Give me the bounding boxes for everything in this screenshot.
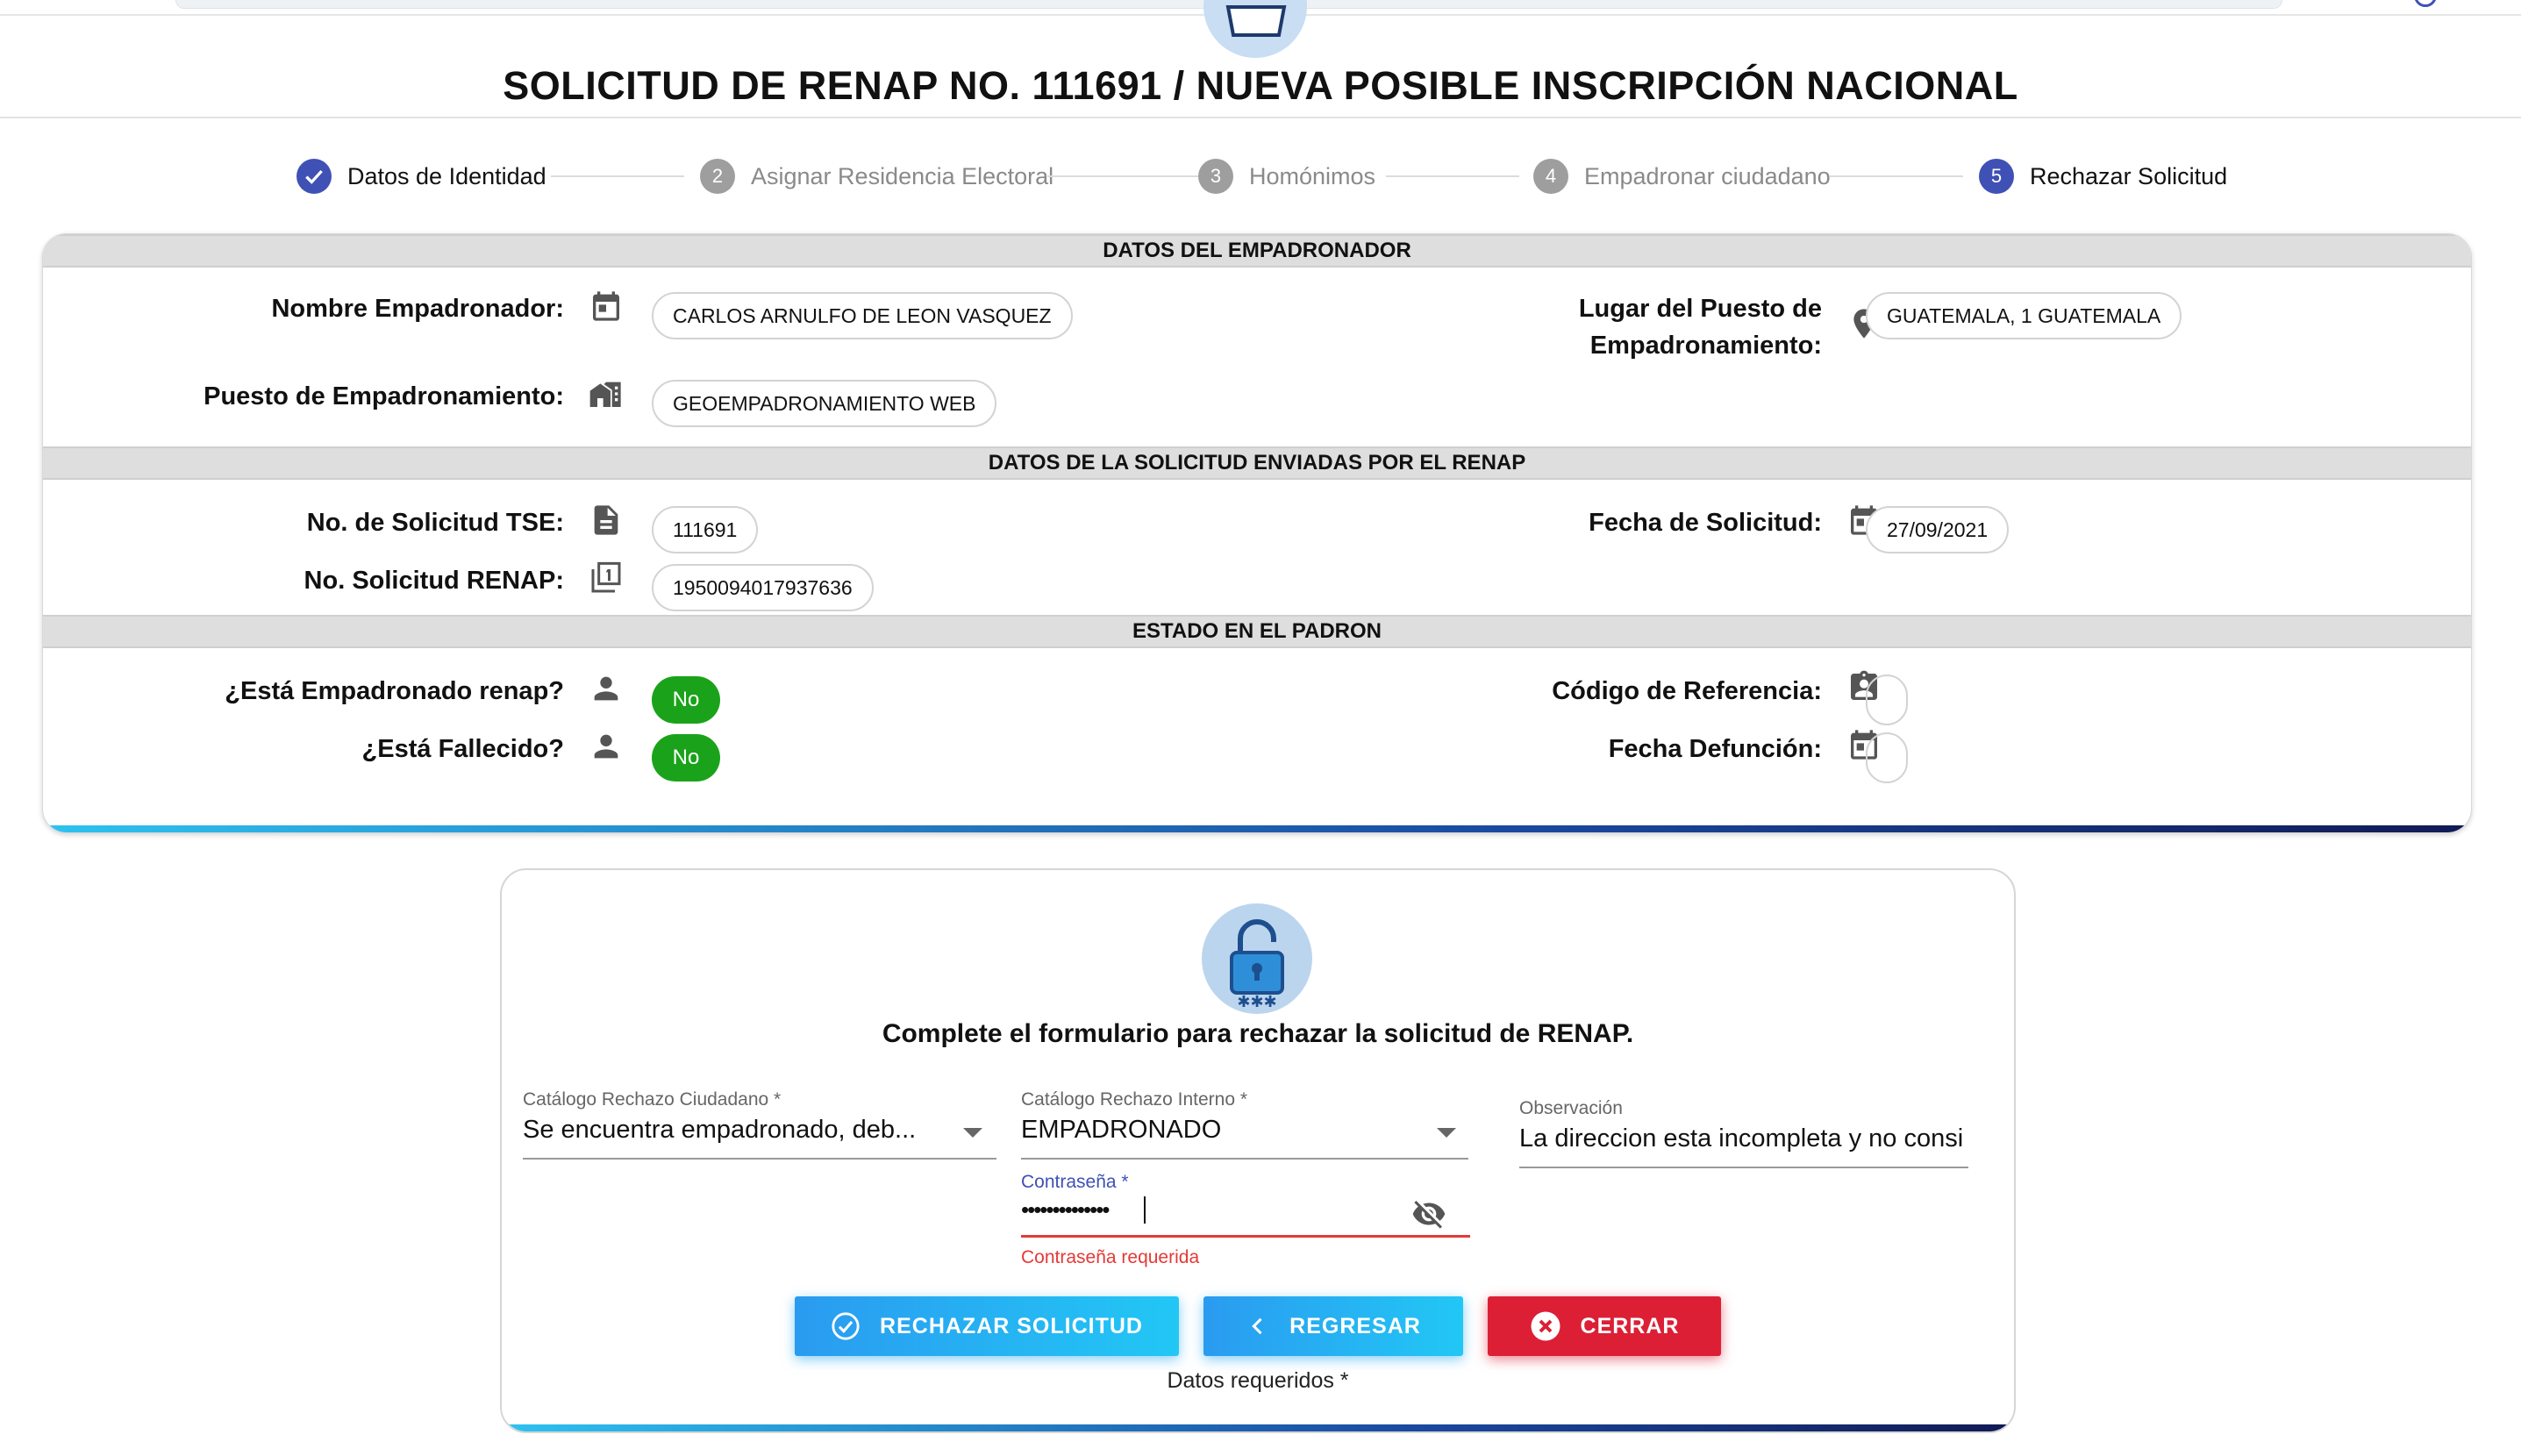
solicitud-tse-value: 111691 [652,506,759,553]
rechazo-interno-select[interactable]: Catálogo Rechazo Interno * EMPADRONADO [1021,1089,1468,1160]
cerrar-button[interactable]: CERRAR [1488,1296,1721,1356]
codigo-referencia-label: Código de Referencia: [1552,677,1822,705]
password-label: Contraseña * [1021,1172,1129,1192]
step-label: Homónimos [1249,162,1376,189]
codigo-referencia-value [1866,674,1908,725]
field-underline [1519,1167,1968,1168]
section-header-padron: ESTADO EN EL PADRON [43,615,2471,648]
lugar-puesto-label-line2: Empadronamiento: [1589,332,1822,360]
page-title: SOLICITUD DE RENAP NO. 111691 / NUEVA PO… [503,63,2018,108]
user-menu-icon[interactable] [2414,0,2437,7]
step-number: 5 [1979,159,2014,194]
lugar-puesto-label-line1: Lugar del Puesto de [1578,295,1822,323]
svg-text:✱✱✱: ✱✱✱ [1237,993,1276,1011]
puesto-empadronamiento-value: GEOEMPADRONAMIENTO WEB [652,380,997,427]
section-header-solicitud: DATOS DE LA SOLICITUD ENVIADAS POR EL RE… [43,446,2471,480]
fallecido-label: ¿Está Fallecido? [361,735,564,763]
fallecido-status-badge: No [652,734,720,782]
step-asignar-residencia[interactable]: 2 Asignar Residencia Electoral [700,154,1053,198]
step-label: Datos de Identidad [347,162,546,189]
field-underline [1021,1235,1470,1238]
rechazo-ciudadano-select[interactable]: Catálogo Rechazo Ciudadano * Se encuentr… [523,1089,996,1160]
password-error: Contraseña requerida [1021,1247,1200,1267]
card-accent-bar [43,825,2471,832]
rechazo-interno-value: EMPADRONADO [1021,1116,1222,1144]
check-icon [296,159,332,194]
cerrar-label: CERRAR [1580,1313,1680,1338]
calendar-icon [593,291,619,321]
puesto-empadronamiento-label: Puesto de Empadronamiento: [204,382,564,410]
unlock-icon: ✱✱✱ [1202,903,1312,1014]
info-card: DATOS DEL EMPADRONADOR Nombre Empadronad… [42,233,2472,833]
fecha-solicitud-value: 27/09/2021 [1866,506,2010,553]
password-input[interactable]: Contraseña * •••••••••••••• Contraseña r… [1021,1172,1470,1268]
observacion-input[interactable]: Observación La direccion esta incompleta… [1519,1098,1968,1168]
chevron-down-icon [1437,1128,1456,1138]
field-underline [523,1158,996,1160]
rechazo-ciudadano-label: Catálogo Rechazo Ciudadano * [523,1089,782,1110]
empadronado-status-badge: No [652,676,720,724]
check-circle-icon [832,1312,860,1340]
step-label: Asignar Residencia Electoral [751,162,1054,189]
required-note: Datos requeridos * [1167,1368,1349,1393]
rechazo-interno-label: Catálogo Rechazo Interno * [1021,1089,1247,1110]
field-underline [1021,1158,1468,1160]
reject-form-card: ✱✱✱ Complete el formulario para rechazar… [500,868,2016,1433]
password-value: •••••••••••••• [1021,1196,1146,1224]
lugar-puesto-value: GUATEMALA, 1 GUATEMALA [1866,292,2182,339]
observacion-label: Observación [1519,1098,1623,1118]
solicitud-tse-label: No. de Solicitud TSE: [306,509,564,537]
title-divider [0,117,2521,118]
person-icon [594,676,618,701]
solicitud-renap-value: 1950094017937636 [652,564,874,611]
step-connector [1830,175,1963,177]
step-connector [1386,175,1519,177]
rechazar-solicitud-button[interactable]: RECHAZAR SOLICITUD [795,1296,1179,1356]
section-header-empadronador: DATOS DEL EMPADRONADOR [43,234,2471,268]
step-connector [551,175,684,177]
solicitud-renap-label: No. Solicitud RENAP: [304,567,564,595]
chevron-down-icon [963,1128,982,1138]
regresar-button[interactable]: REGRESAR [1203,1296,1463,1356]
rechazar-solicitud-label: RECHAZAR SOLICITUD [880,1313,1143,1338]
step-empadronar[interactable]: 4 Empadronar ciudadano [1533,154,1831,198]
step-number: 3 [1198,159,1233,194]
step-connector [1047,175,1202,177]
stepper: Datos de Identidad 2 Asignar Residencia … [0,154,2521,198]
document-icon [594,505,618,535]
nombre-empadronador-value: CARLOS ARNULFO DE LEON VASQUEZ [652,292,1073,339]
empadronado-renap-label: ¿Está Empadronado renap? [225,677,564,705]
person-icon [594,734,618,759]
step-label: Rechazar Solicitud [2030,162,2228,189]
step-rechazar-solicitud[interactable]: 5 Rechazar Solicitud [1979,154,2227,198]
filter-one-icon [591,561,621,593]
step-number: 4 [1533,159,1568,194]
building-icon [589,382,621,407]
form-instruction: Complete el formulario para rechazar la … [882,1019,1634,1048]
card-accent-bar [502,1424,2014,1431]
regresar-label: REGRESAR [1289,1313,1421,1338]
step-datos-identidad[interactable]: Datos de Identidad [296,154,546,198]
lugar-puesto-label: Lugar del Puesto de Empadronamiento: [1359,290,1822,364]
rechazo-ciudadano-value: Se encuentra empadronado, deb... [523,1116,917,1144]
chevron-left-icon [1252,1317,1262,1335]
observacion-value: La direccion esta incompleta y no consi [1519,1124,1964,1153]
step-number: 2 [700,159,735,194]
fecha-defuncion-label: Fecha Defunción: [1608,735,1822,763]
fecha-defuncion-value [1866,732,1908,783]
step-homonimos[interactable]: 3 Homónimos [1198,154,1375,198]
step-label: Empadronar ciudadano [1584,162,1831,189]
folder-icon [1203,0,1307,58]
eye-off-icon[interactable] [1409,1196,1449,1231]
nombre-empadronador-label: Nombre Empadronador: [271,295,564,323]
close-circle-icon [1531,1311,1560,1341]
fecha-solicitud-label: Fecha de Solicitud: [1589,509,1822,537]
